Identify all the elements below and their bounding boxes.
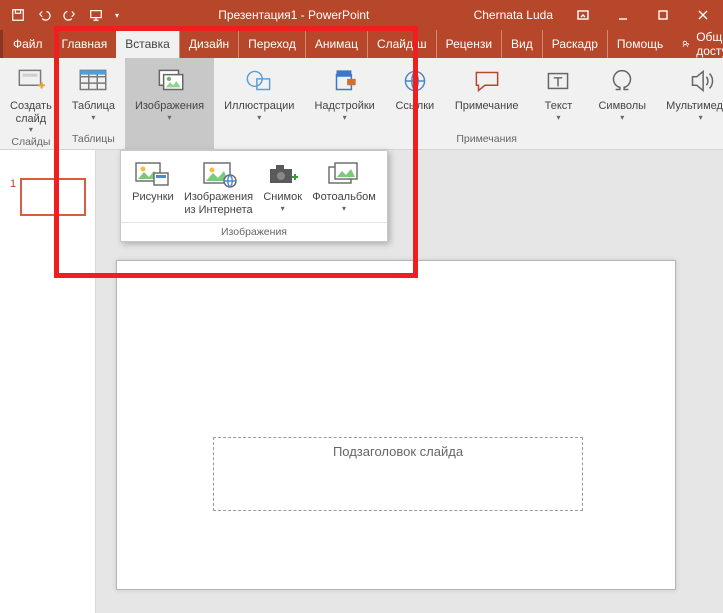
- tab-home[interactable]: Главная: [53, 30, 117, 58]
- user-name[interactable]: Chernata Luda: [464, 8, 563, 22]
- share-label: Общий доступ: [696, 30, 723, 58]
- group-comments: Примечание Примечания: [445, 58, 529, 149]
- group-symbols: Символы: [588, 58, 656, 149]
- hyperlink-icon: [398, 64, 432, 98]
- window-controls: [563, 0, 723, 30]
- minimize-icon[interactable]: [603, 0, 643, 30]
- group-comments-label: Примечания: [456, 133, 517, 147]
- shapes-icon: [242, 64, 276, 98]
- picture-icon: [134, 159, 172, 189]
- new-slide-icon: [14, 64, 48, 98]
- slide-thumbnails-pane[interactable]: 1: [0, 150, 96, 613]
- pictures-label: Рисунки: [132, 191, 174, 204]
- title-bar: ▾ Презентация1 - PowerPoint Chernata Lud…: [0, 0, 723, 30]
- addins-label: Надстройки: [314, 100, 374, 113]
- subtitle-placeholder[interactable]: Подзаголовок слайда: [213, 437, 583, 511]
- thumbnail-1[interactable]: 1: [0, 178, 95, 216]
- ribbon-options-icon[interactable]: [563, 0, 603, 30]
- symbols-label: Символы: [598, 100, 646, 113]
- images-label: Изображения: [135, 100, 204, 113]
- new-slide-button[interactable]: Создать слайд: [6, 62, 56, 136]
- group-images: Изображения: [125, 58, 214, 149]
- tab-review[interactable]: Рецензи: [436, 30, 501, 58]
- close-icon[interactable]: [683, 0, 723, 30]
- text-label: Текст: [545, 100, 573, 113]
- group-slides-label: Слайды: [11, 136, 50, 150]
- screenshot-label: Снимок: [263, 191, 302, 204]
- photo-album-label: Фотоальбом: [312, 191, 376, 204]
- comment-button[interactable]: Примечание: [451, 62, 523, 115]
- gallery-group-label: Изображения: [121, 222, 387, 241]
- ribbon: Создать слайд Слайды Таблица Таблицы Изо…: [0, 58, 723, 150]
- pictures-from-file-button[interactable]: Рисунки: [130, 157, 176, 218]
- screenshot-button[interactable]: Снимок: [261, 157, 304, 218]
- camera-icon: [264, 159, 302, 189]
- group-links: Ссылки: [385, 58, 445, 149]
- online-pictures-button[interactable]: Изображения из Интернета: [182, 157, 255, 218]
- speaker-icon: [684, 64, 718, 98]
- online-pictures-label: Изображения из Интернета: [184, 191, 253, 216]
- media-button[interactable]: Мультимедиа: [662, 62, 723, 124]
- tab-insert[interactable]: Вставка: [116, 30, 179, 58]
- tab-storyboard[interactable]: Раскадр: [542, 30, 607, 58]
- group-tables: Таблица Таблицы: [62, 58, 125, 149]
- tab-file[interactable]: Файл: [0, 30, 53, 58]
- maximize-icon[interactable]: [643, 0, 683, 30]
- photo-album-button[interactable]: Фотоальбом: [310, 157, 378, 218]
- group-tables-label: Таблицы: [72, 133, 115, 147]
- addins-button[interactable]: Надстройки: [310, 62, 378, 124]
- tab-view[interactable]: Вид: [501, 30, 542, 58]
- illustrations-label: Иллюстрации: [224, 100, 294, 113]
- start-slideshow-icon[interactable]: [84, 3, 108, 27]
- comment-label: Примечание: [455, 100, 519, 113]
- thumbnail-number: 1: [10, 178, 16, 190]
- tab-slideshow[interactable]: Слайд-ш: [367, 30, 436, 58]
- online-pictures-icon: [200, 159, 238, 189]
- group-text: Текст: [528, 58, 588, 149]
- save-icon[interactable]: [6, 3, 30, 27]
- table-button[interactable]: Таблица: [68, 62, 119, 124]
- group-media: Мультимедиа: [656, 58, 723, 149]
- tell-me-label[interactable]: Помощь: [608, 30, 672, 58]
- addins-icon: [328, 64, 362, 98]
- document-title: Презентация1 - PowerPoint: [124, 8, 464, 22]
- symbols-button[interactable]: Символы: [594, 62, 650, 124]
- images-gallery-dropdown: Рисунки Изображения из Интернета Снимок …: [120, 150, 388, 242]
- table-icon: [76, 64, 110, 98]
- thumbnail-preview[interactable]: [20, 178, 86, 216]
- quick-access-toolbar: ▾: [0, 3, 124, 27]
- media-label: Мультимедиа: [666, 100, 723, 113]
- tab-design[interactable]: Дизайн: [179, 30, 238, 58]
- undo-icon[interactable]: [32, 3, 56, 27]
- new-slide-label: Создать слайд: [10, 100, 52, 125]
- tab-animations[interactable]: Анимац: [305, 30, 367, 58]
- tab-transitions[interactable]: Переход: [238, 30, 305, 58]
- text-button[interactable]: Текст: [534, 62, 582, 124]
- redo-icon[interactable]: [58, 3, 82, 27]
- links-button[interactable]: Ссылки: [391, 62, 439, 124]
- share-button[interactable]: Общий доступ: [672, 30, 723, 58]
- ribbon-tabstrip: Файл Главная Вставка Дизайн Переход Аним…: [0, 30, 723, 58]
- links-label: Ссылки: [395, 100, 434, 113]
- qat-customize-icon[interactable]: ▾: [110, 3, 124, 27]
- omega-icon: [605, 64, 639, 98]
- photo-album-icon: [325, 159, 363, 189]
- table-label: Таблица: [72, 100, 115, 113]
- slide[interactable]: Подзаголовок слайда: [116, 260, 676, 590]
- textbox-icon: [541, 64, 575, 98]
- images-button[interactable]: Изображения: [131, 62, 208, 124]
- group-slides: Создать слайд Слайды: [0, 58, 62, 149]
- comment-icon: [470, 64, 504, 98]
- group-illustrations: Иллюстрации: [214, 58, 304, 149]
- illustrations-button[interactable]: Иллюстрации: [220, 62, 298, 124]
- group-addins: Надстройки: [304, 58, 384, 149]
- images-icon: [153, 64, 187, 98]
